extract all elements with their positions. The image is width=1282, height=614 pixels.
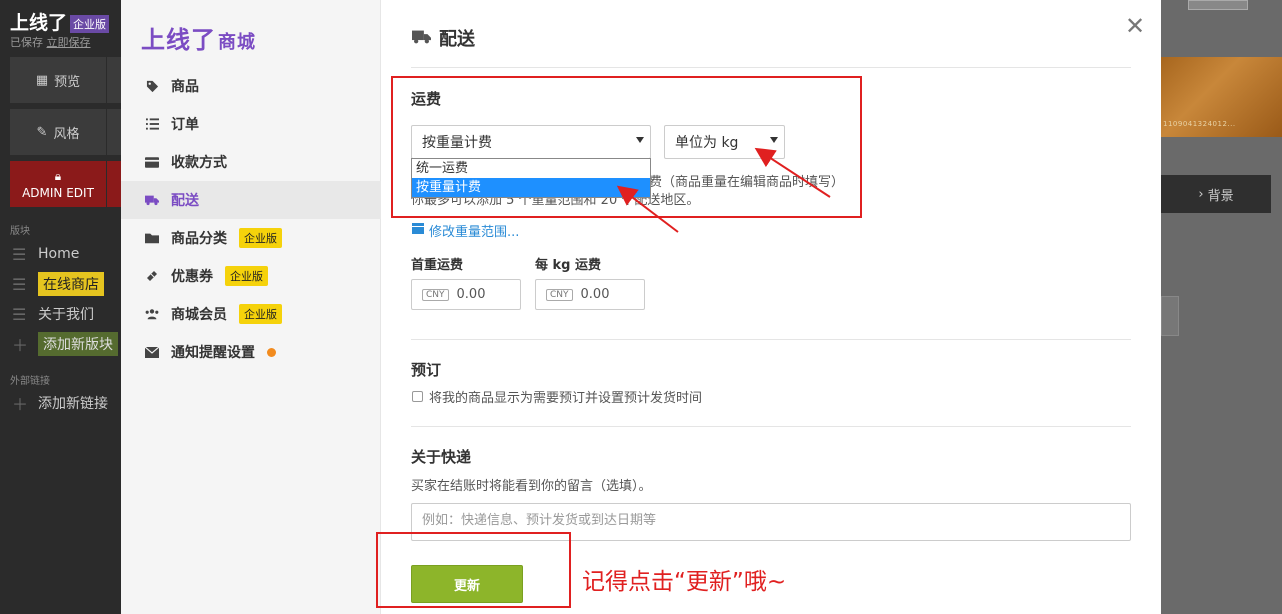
annotation-arrows [616,147,831,233]
arrow-to-unit-select [754,147,831,198]
arrow-to-weight-option [616,185,679,233]
